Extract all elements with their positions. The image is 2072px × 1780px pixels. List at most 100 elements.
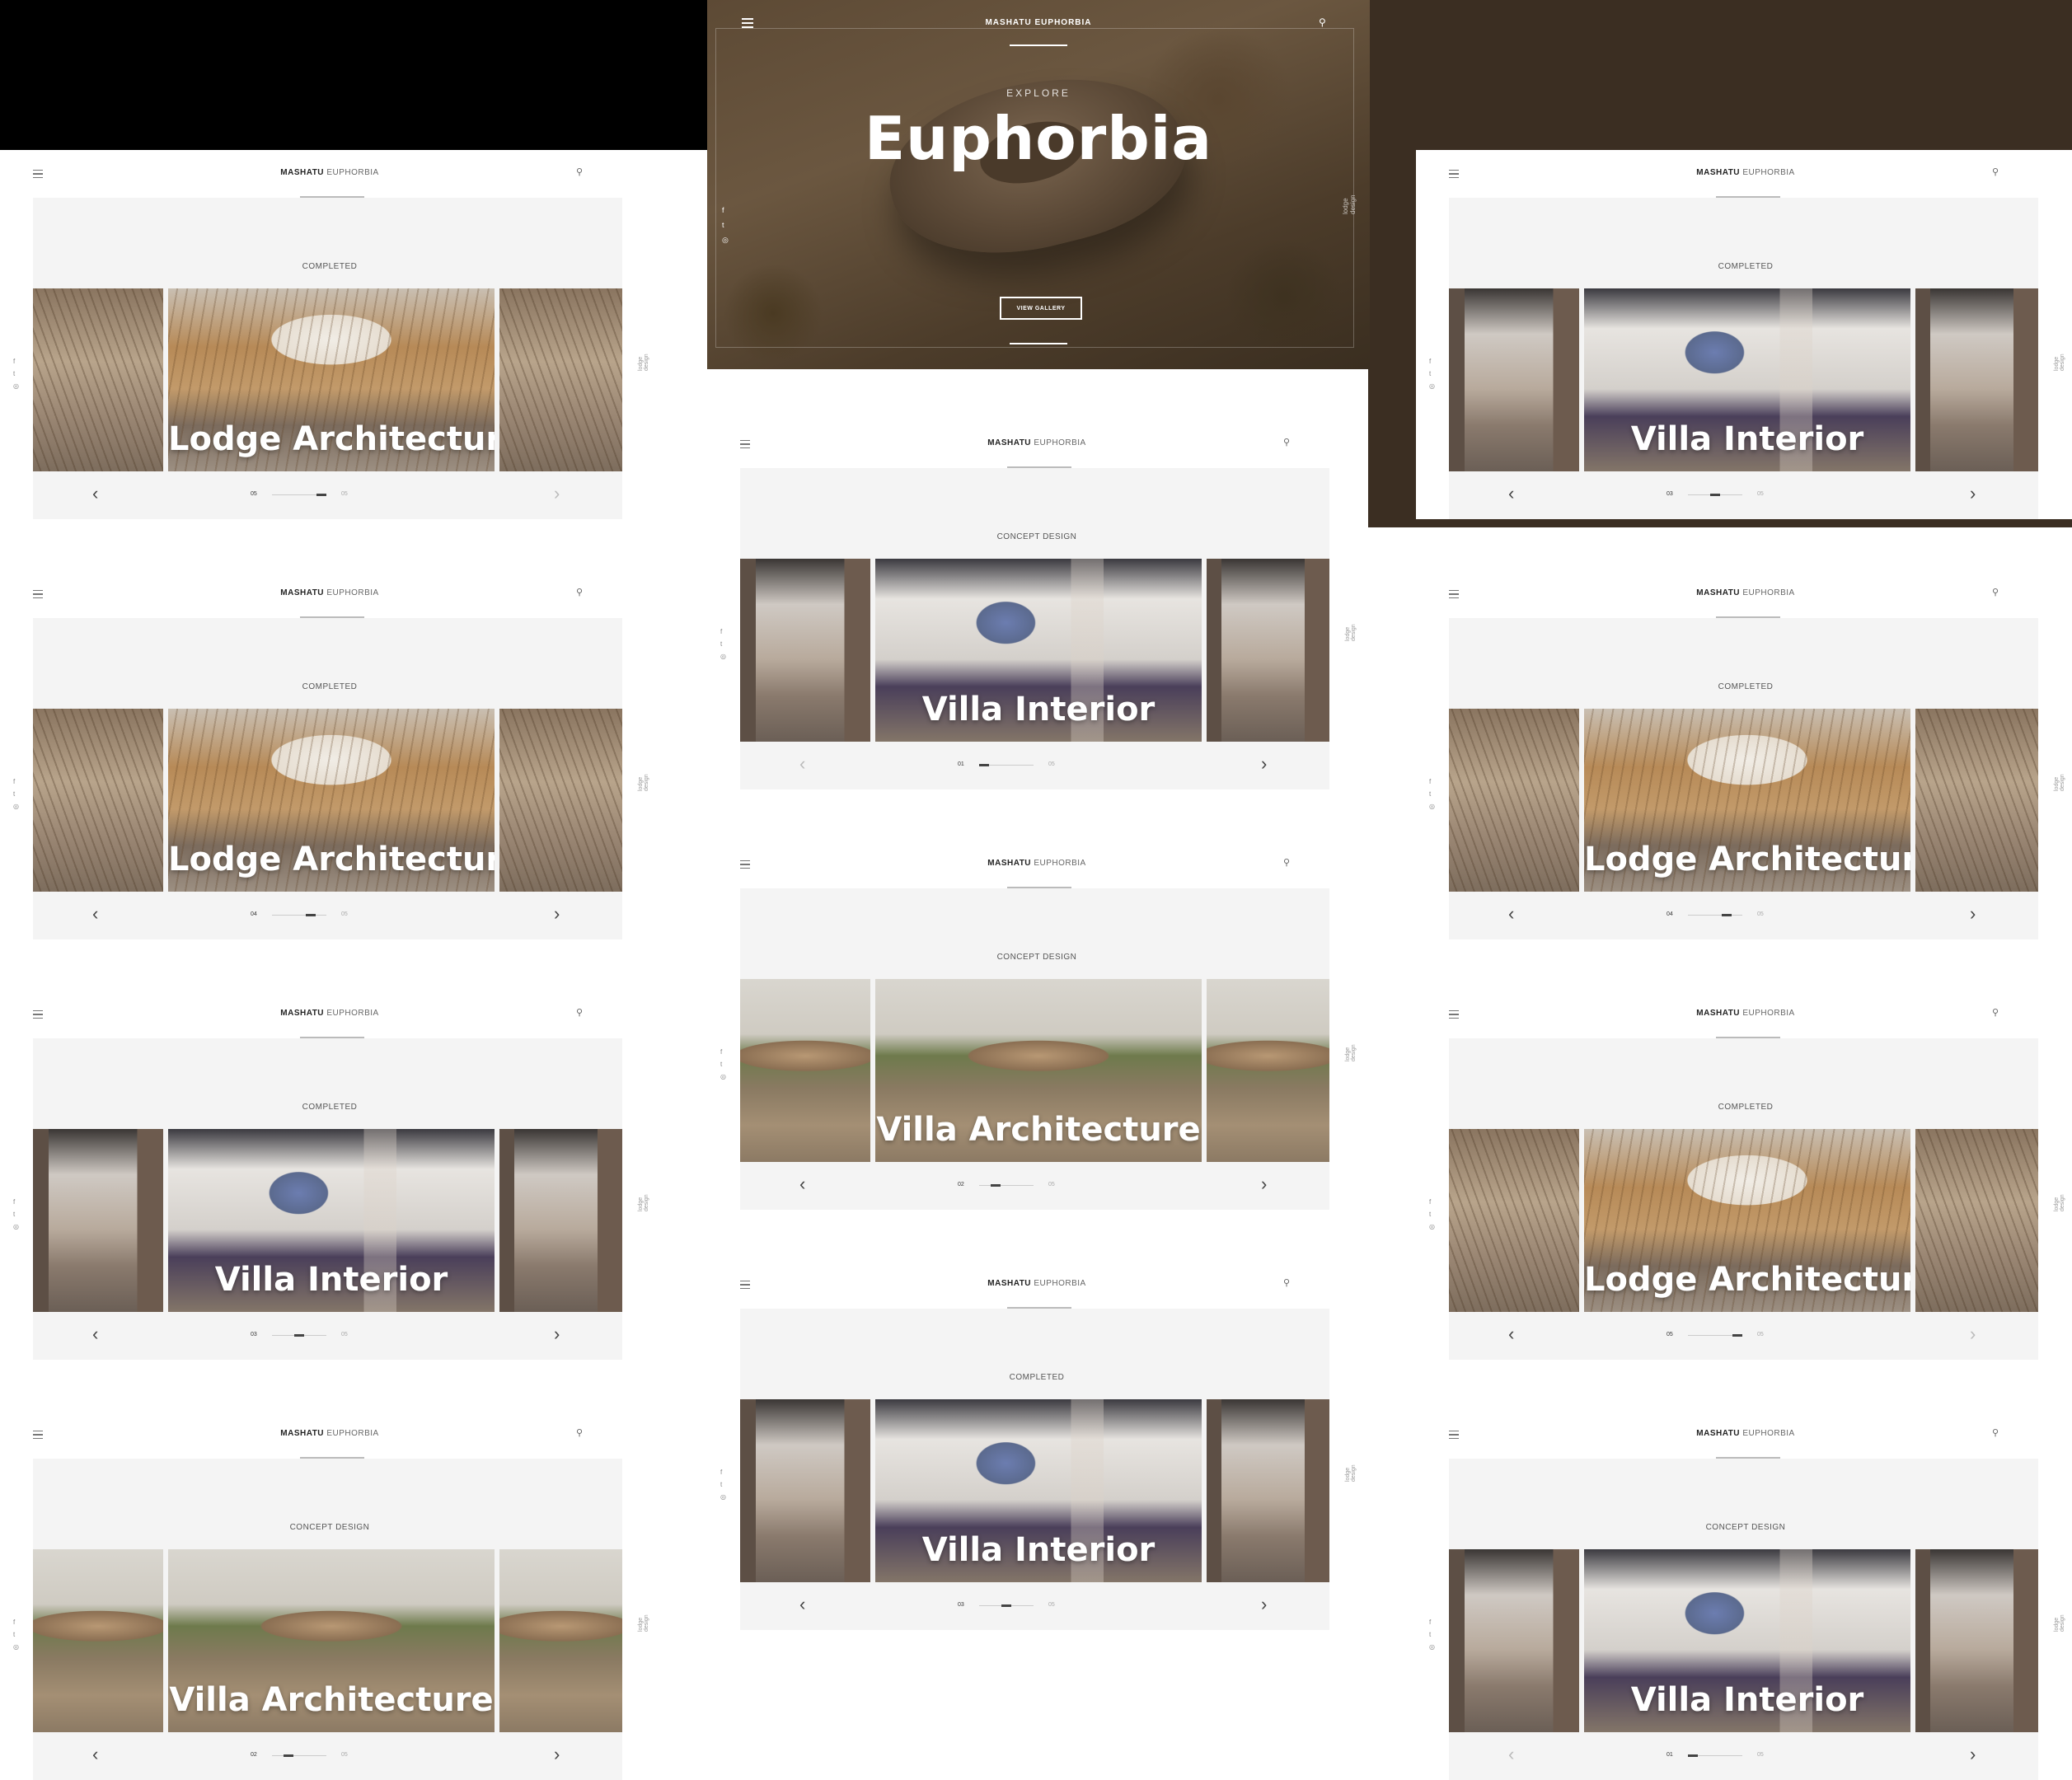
- previous-slide-image[interactable]: [1449, 1129, 1579, 1312]
- search-icon[interactable]: ⚲: [1319, 16, 1326, 28]
- instagram-icon[interactable]: ◎: [720, 1493, 726, 1501]
- twitter-icon[interactable]: t: [720, 640, 726, 648]
- instagram-icon[interactable]: ◎: [720, 653, 726, 660]
- chevron-left-icon[interactable]: ‹: [1508, 1744, 1514, 1765]
- chevron-right-icon[interactable]: ›: [1970, 1323, 1976, 1345]
- instagram-icon[interactable]: ◎: [720, 1073, 726, 1080]
- current-slide-image[interactable]: Villa Architecture: [168, 1549, 495, 1732]
- next-slide-image[interactable]: [499, 709, 622, 892]
- next-slide-image[interactable]: [1207, 1399, 1329, 1582]
- facebook-icon[interactable]: f: [1429, 358, 1435, 365]
- instagram-icon[interactable]: ◎: [1429, 1643, 1435, 1651]
- twitter-icon[interactable]: t: [1429, 370, 1435, 377]
- search-icon[interactable]: ⚲: [1283, 857, 1290, 868]
- facebook-icon[interactable]: f: [720, 1468, 726, 1476]
- chevron-right-icon[interactable]: ›: [1970, 1744, 1976, 1765]
- twitter-icon[interactable]: t: [1429, 790, 1435, 798]
- chevron-right-icon[interactable]: ›: [554, 1323, 560, 1345]
- chevron-right-icon[interactable]: ›: [1261, 1594, 1267, 1615]
- chevron-left-icon[interactable]: ‹: [799, 1173, 805, 1195]
- facebook-icon[interactable]: f: [13, 778, 19, 785]
- brand-title[interactable]: MASHATU EUPHORBIA: [707, 1279, 1366, 1288]
- brand-title[interactable]: MASHATU EUPHORBIA: [0, 168, 659, 177]
- facebook-icon[interactable]: f: [720, 628, 726, 635]
- current-slide-image[interactable]: Villa Interior: [168, 1129, 495, 1312]
- hero-brand-title[interactable]: MASHATU EUPHORBIA: [707, 18, 1370, 27]
- search-icon[interactable]: ⚲: [1283, 1277, 1290, 1288]
- brand-title[interactable]: MASHATU EUPHORBIA: [0, 588, 659, 597]
- brand-title[interactable]: MASHATU EUPHORBIA: [707, 859, 1366, 868]
- chevron-left-icon[interactable]: ‹: [1508, 483, 1514, 504]
- chevron-left-icon[interactable]: ‹: [92, 1323, 98, 1345]
- chevron-right-icon[interactable]: ›: [1970, 903, 1976, 925]
- twitter-icon[interactable]: t: [13, 370, 19, 377]
- previous-slide-image[interactable]: [33, 288, 163, 471]
- facebook-icon[interactable]: f: [1429, 778, 1435, 785]
- chevron-left-icon[interactable]: ‹: [799, 1594, 805, 1615]
- chevron-left-icon[interactable]: ‹: [92, 903, 98, 925]
- brand-title[interactable]: MASHATU EUPHORBIA: [1416, 588, 2072, 597]
- chevron-left-icon[interactable]: ‹: [92, 1744, 98, 1765]
- previous-slide-image[interactable]: [33, 1549, 163, 1732]
- current-slide-image[interactable]: Villa Interior: [875, 559, 1202, 742]
- chevron-right-icon[interactable]: ›: [554, 483, 560, 504]
- current-slide-image[interactable]: Villa Interior: [1584, 1549, 1910, 1732]
- previous-slide-image[interactable]: [1449, 709, 1579, 892]
- chevron-right-icon[interactable]: ›: [554, 1744, 560, 1765]
- search-icon[interactable]: ⚲: [1992, 587, 1999, 597]
- current-slide-image[interactable]: Lodge Architecture: [168, 288, 495, 471]
- next-slide-image[interactable]: [1915, 1549, 2038, 1732]
- current-slide-image[interactable]: Villa Interior: [875, 1399, 1202, 1582]
- search-icon[interactable]: ⚲: [1992, 166, 1999, 177]
- twitter-icon[interactable]: t: [1429, 1211, 1435, 1218]
- search-icon[interactable]: ⚲: [1283, 437, 1290, 447]
- facebook-icon[interactable]: f: [1429, 1198, 1435, 1206]
- search-icon[interactable]: ⚲: [1992, 1427, 1999, 1438]
- current-slide-image[interactable]: Lodge Architecture: [168, 709, 495, 892]
- view-gallery-button[interactable]: VIEW GALLERY: [1000, 297, 1082, 320]
- chevron-right-icon[interactable]: ›: [554, 903, 560, 925]
- instagram-icon[interactable]: ◎: [13, 1223, 19, 1230]
- chevron-left-icon[interactable]: ‹: [1508, 1323, 1514, 1345]
- chevron-left-icon[interactable]: ‹: [92, 483, 98, 504]
- brand-title[interactable]: MASHATU EUPHORBIA: [0, 1429, 659, 1438]
- previous-slide-image[interactable]: [740, 1399, 870, 1582]
- previous-slide-image[interactable]: [740, 559, 870, 742]
- next-slide-image[interactable]: [1207, 559, 1329, 742]
- previous-slide-image[interactable]: [1449, 1549, 1579, 1732]
- instagram-icon[interactable]: ◎: [1429, 803, 1435, 810]
- twitter-icon[interactable]: t: [13, 1631, 19, 1638]
- next-slide-image[interactable]: [1207, 979, 1329, 1162]
- next-slide-image[interactable]: [1915, 288, 2038, 471]
- search-icon[interactable]: ⚲: [576, 166, 583, 177]
- instagram-icon[interactable]: ◎: [1429, 1223, 1435, 1230]
- chevron-right-icon[interactable]: ›: [1970, 483, 1976, 504]
- next-slide-image[interactable]: [1915, 1129, 2038, 1312]
- instagram-icon[interactable]: ◎: [1429, 382, 1435, 390]
- facebook-icon[interactable]: f: [720, 1048, 726, 1056]
- brand-title[interactable]: MASHATU EUPHORBIA: [0, 1009, 659, 1018]
- current-slide-image[interactable]: Lodge Architecture: [1584, 1129, 1910, 1312]
- chevron-right-icon[interactable]: ›: [1261, 1173, 1267, 1195]
- brand-title[interactable]: MASHATU EUPHORBIA: [1416, 1429, 2072, 1438]
- twitter-icon[interactable]: t: [722, 221, 729, 229]
- instagram-icon[interactable]: ◎: [722, 236, 729, 245]
- chevron-left-icon[interactable]: ‹: [1508, 903, 1514, 925]
- current-slide-image[interactable]: Villa Interior: [1584, 288, 1910, 471]
- facebook-icon[interactable]: f: [13, 1198, 19, 1206]
- search-icon[interactable]: ⚲: [576, 1427, 583, 1438]
- next-slide-image[interactable]: [499, 1129, 622, 1312]
- current-slide-image[interactable]: Villa Architecture: [875, 979, 1202, 1162]
- brand-title[interactable]: MASHATU EUPHORBIA: [707, 438, 1366, 447]
- twitter-icon[interactable]: t: [720, 1481, 726, 1488]
- next-slide-image[interactable]: [499, 288, 622, 471]
- search-icon[interactable]: ⚲: [576, 587, 583, 597]
- facebook-icon[interactable]: f: [13, 1618, 19, 1626]
- brand-title[interactable]: MASHATU EUPHORBIA: [1416, 168, 2072, 177]
- chevron-left-icon[interactable]: ‹: [799, 753, 805, 775]
- previous-slide-image[interactable]: [33, 1129, 163, 1312]
- brand-title[interactable]: MASHATU EUPHORBIA: [1416, 1009, 2072, 1018]
- twitter-icon[interactable]: t: [13, 1211, 19, 1218]
- instagram-icon[interactable]: ◎: [13, 803, 19, 810]
- previous-slide-image[interactable]: [1449, 288, 1579, 471]
